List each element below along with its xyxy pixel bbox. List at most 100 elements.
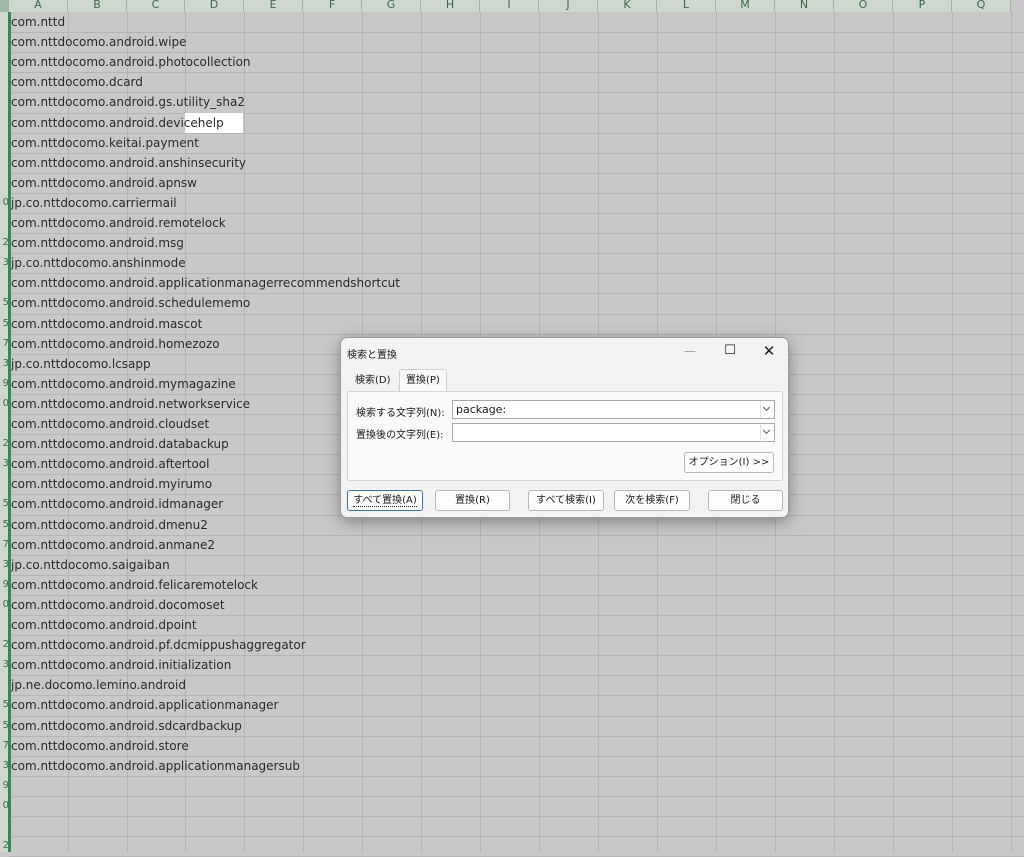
cell-text[interactable]: com.nttdocomo.android.mymagazine	[11, 374, 236, 394]
cell-text[interactable]: com.nttdocomo.android.dmenu2	[11, 515, 208, 535]
cell-text[interactable]: com.nttdocomo.android.homezozo	[11, 334, 220, 354]
cell-text[interactable]: com.nttdocomo.android.store	[11, 736, 189, 756]
row-header[interactable]: 3	[0, 354, 9, 374]
row-header[interactable]: 7	[0, 535, 9, 555]
options-button[interactable]: オプション(I) >>	[684, 452, 774, 473]
column-header[interactable]: O	[834, 0, 893, 12]
row-header[interactable]: 5	[0, 494, 9, 514]
close-button[interactable]: 閉じる	[708, 490, 783, 511]
row-header[interactable]	[0, 273, 9, 293]
cell-text[interactable]: com.nttdocomo.dcard	[11, 72, 143, 92]
row-header[interactable]	[0, 213, 9, 233]
column-header[interactable]: I	[480, 0, 539, 12]
row-header[interactable]	[0, 92, 9, 112]
cell-text[interactable]: com.nttdocomo.android.mascot	[11, 314, 202, 334]
cell-text[interactable]: jp.co.nttdocomo.lcsapp	[11, 354, 151, 374]
row-header[interactable]	[0, 72, 9, 92]
cell-text[interactable]: com.nttdocomo.android.felicaremotelock	[11, 575, 258, 595]
cell-text[interactable]: com.nttdocomo.android.gs.utility_sha2	[11, 92, 245, 112]
row-header[interactable]: 7	[0, 736, 9, 756]
cell-text[interactable]: com.nttdocomo.android.aftertool	[11, 454, 209, 474]
row-header[interactable]: 3	[0, 555, 9, 575]
row-header[interactable]	[0, 816, 9, 836]
cell-text[interactable]: com.nttdocomo.android.devicehelp	[11, 113, 224, 133]
column-header[interactable]: C	[127, 0, 185, 12]
tab-find[interactable]: 検索(D)	[349, 371, 397, 391]
cell-text[interactable]: com.nttdocomo.android.remotelock	[11, 213, 226, 233]
row-header[interactable]: 9	[0, 575, 9, 595]
row-header[interactable]: 2	[0, 836, 9, 856]
replace-with-input[interactable]	[452, 423, 775, 442]
chevron-down-icon[interactable]	[760, 424, 774, 441]
row-header[interactable]: 3	[0, 454, 9, 474]
cell-text[interactable]: com.nttdocomo.android.schedulememo	[11, 293, 250, 313]
cell-text[interactable]: com.nttd	[11, 12, 65, 32]
row-header[interactable]	[0, 615, 9, 635]
row-header[interactable]: 5	[0, 314, 9, 334]
column-header[interactable]: H	[421, 0, 480, 12]
row-header[interactable]: 9	[0, 374, 9, 394]
row-header[interactable]	[0, 113, 9, 133]
cell-text[interactable]: com.nttdocomo.android.idmanager	[11, 494, 223, 514]
cell-text[interactable]: com.nttdocomo.android.msg	[11, 233, 184, 253]
row-header[interactable]: 5	[0, 293, 9, 313]
cell-text[interactable]: jp.co.nttdocomo.anshinmode	[11, 253, 186, 273]
row-header[interactable]	[0, 173, 9, 193]
cell-text[interactable]: com.nttdocomo.android.applicationmanager…	[11, 756, 300, 776]
column-header[interactable]: N	[775, 0, 834, 12]
row-header[interactable]: 7	[0, 334, 9, 354]
cell-text[interactable]: com.nttdocomo.android.initialization	[11, 655, 231, 675]
row-header[interactable]: 0	[0, 193, 9, 213]
row-header[interactable]: 3	[0, 756, 9, 776]
close-icon[interactable]: ✕	[750, 338, 788, 364]
cell-text[interactable]: com.nttdocomo.android.myirumo	[11, 474, 212, 494]
column-header[interactable]: E	[244, 0, 303, 12]
column-header[interactable]: L	[657, 0, 716, 12]
find-all-button[interactable]: すべて検索(I)	[528, 490, 604, 511]
row-header[interactable]	[0, 133, 9, 153]
row-header[interactable]	[0, 414, 9, 434]
row-header[interactable]	[0, 32, 9, 52]
row-header[interactable]: 0	[0, 796, 9, 816]
row-header[interactable]: 3	[0, 253, 9, 273]
row-header[interactable]: 3	[0, 655, 9, 675]
replace-all-button[interactable]: すべて置換(A)	[347, 490, 423, 511]
row-header[interactable]: 5	[0, 695, 9, 715]
cell-text[interactable]: com.nttdocomo.android.anmane2	[11, 535, 215, 555]
row-header[interactable]: 5	[0, 515, 9, 535]
cell-text[interactable]: jp.co.nttdocomo.saigaiban	[11, 555, 170, 575]
row-header[interactable]: 2	[0, 434, 9, 454]
cell-text[interactable]: com.nttdocomo.android.applicationmanager	[11, 695, 278, 715]
column-header[interactable]: F	[303, 0, 362, 12]
cell-text[interactable]: com.nttdocomo.android.databackup	[11, 434, 229, 454]
column-header[interactable]: M	[716, 0, 775, 12]
tab-replace[interactable]: 置換(P)	[399, 369, 447, 392]
cell-text[interactable]: com.nttdocomo.android.cloudset	[11, 414, 209, 434]
row-header[interactable]	[0, 52, 9, 72]
cell-text[interactable]: com.nttdocomo.android.wipe	[11, 32, 187, 52]
row-header[interactable]: 5	[0, 716, 9, 736]
row-header[interactable]: 9	[0, 776, 9, 796]
replace-button[interactable]: 置換(R)	[435, 490, 510, 511]
cell-text[interactable]: com.nttdocomo.android.apnsw	[11, 173, 197, 193]
column-header[interactable]: B	[68, 0, 127, 12]
row-header[interactable]	[0, 12, 9, 32]
maximize-button[interactable]: ☐	[711, 338, 749, 364]
find-what-input[interactable]: package:	[452, 400, 775, 419]
chevron-down-icon[interactable]	[760, 401, 774, 418]
row-header[interactable]	[0, 675, 9, 695]
row-header[interactable]: 0	[0, 595, 9, 615]
row-header[interactable]: 2	[0, 635, 9, 655]
column-header[interactable]: D	[185, 0, 244, 12]
row-header[interactable]: 2	[0, 233, 9, 253]
row-header[interactable]	[0, 153, 9, 173]
column-header[interactable]: J	[539, 0, 598, 12]
cell-text[interactable]: com.nttdocomo.android.pf.dcmippushaggreg…	[11, 635, 306, 655]
cell-text[interactable]: com.nttdocomo.android.photocollection	[11, 52, 251, 72]
column-header[interactable]: Q	[952, 0, 1011, 12]
column-header[interactable]: A	[9, 0, 68, 12]
find-next-button[interactable]: 次を検索(F)	[614, 490, 690, 511]
cell-text[interactable]: com.nttdocomo.android.sdcardbackup	[11, 716, 242, 736]
cell-text[interactable]: com.nttdocomo.android.dpoint	[11, 615, 197, 635]
cell-text[interactable]: com.nttdocomo.keitai.payment	[11, 133, 199, 153]
